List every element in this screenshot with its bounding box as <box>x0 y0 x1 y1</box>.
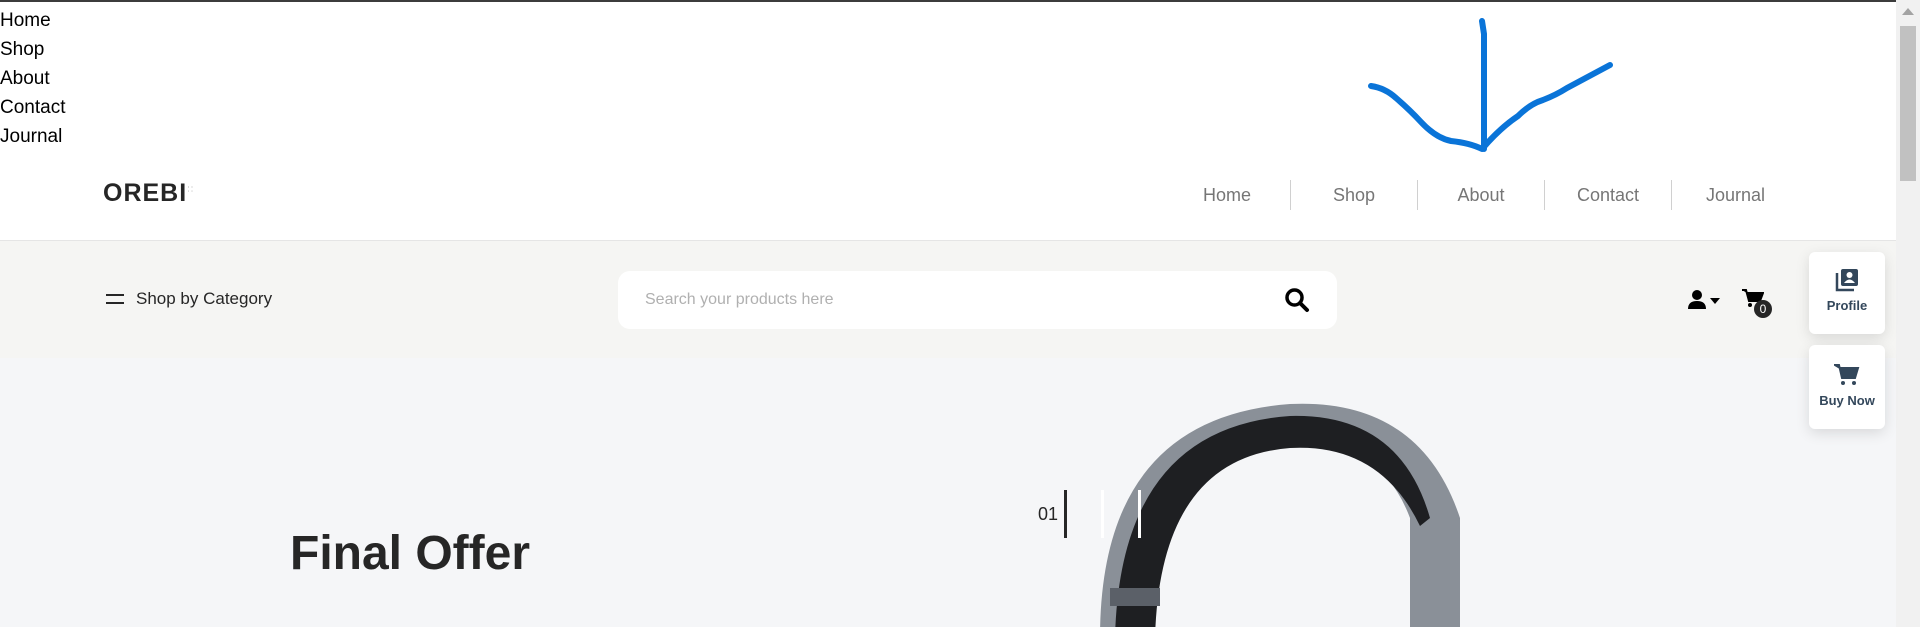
unstyled-nav-list: Home Shop About Contact Journal <box>0 6 65 151</box>
slide-indicator[interactable] <box>1101 490 1105 538</box>
raw-link-journal[interactable]: Journal <box>0 122 65 151</box>
nav-shop[interactable]: Shop <box>1291 180 1418 210</box>
buy-now-label: Buy Now <box>1819 393 1875 408</box>
site-header: OREBI:: Home Shop About Contact Journal <box>0 2 1896 241</box>
slide-indicator[interactable] <box>1138 490 1142 538</box>
raw-link-contact[interactable]: Contact <box>0 93 65 122</box>
main-nav: Home Shop About Contact Journal <box>1164 179 1799 211</box>
buy-now-button[interactable]: Buy Now <box>1809 345 1885 429</box>
nav-about[interactable]: About <box>1418 180 1545 210</box>
cart-button[interactable]: 0 <box>1742 288 1772 318</box>
category-label: Shop by Category <box>136 289 273 308</box>
profile-book-icon <box>1835 269 1858 292</box>
search-input[interactable] <box>645 271 1245 329</box>
raw-link-home[interactable]: Home <box>0 6 65 35</box>
nav-home[interactable]: Home <box>1164 180 1291 210</box>
scroll-up-arrow-icon[interactable] <box>1902 8 1914 15</box>
profile-label: Profile <box>1826 298 1868 313</box>
slide-pagination: 01 <box>1038 490 1175 538</box>
search-bar-section: Shop by Category 0 <box>0 241 1896 358</box>
hamburger-icon <box>106 294 124 304</box>
cart-count-badge: 0 <box>1754 300 1772 318</box>
scrollbar-thumb[interactable] <box>1900 26 1916 181</box>
shop-by-category-button[interactable]: Shop by Category <box>106 289 272 309</box>
search-icon[interactable] <box>1284 287 1310 313</box>
slide-indicator-active[interactable] <box>1064 490 1068 538</box>
hero-title: Final Offer <box>290 527 531 580</box>
shopping-cart-icon <box>1834 364 1860 385</box>
scrollbar[interactable] <box>1896 0 1920 627</box>
nav-contact[interactable]: Contact <box>1545 180 1672 210</box>
slide-number: 01 <box>1038 503 1059 524</box>
user-account-icon[interactable] <box>1688 289 1724 311</box>
nav-journal[interactable]: Journal <box>1672 180 1799 210</box>
logo[interactable]: OREBI:: <box>103 179 194 208</box>
logo-text: OREBI <box>103 179 188 207</box>
profile-button[interactable]: Profile <box>1809 252 1885 334</box>
raw-link-shop[interactable]: Shop <box>0 35 65 64</box>
hero-banner: Final Offer 01 <box>0 358 1896 627</box>
raw-link-about[interactable]: About <box>0 64 65 93</box>
search-box <box>618 271 1337 329</box>
